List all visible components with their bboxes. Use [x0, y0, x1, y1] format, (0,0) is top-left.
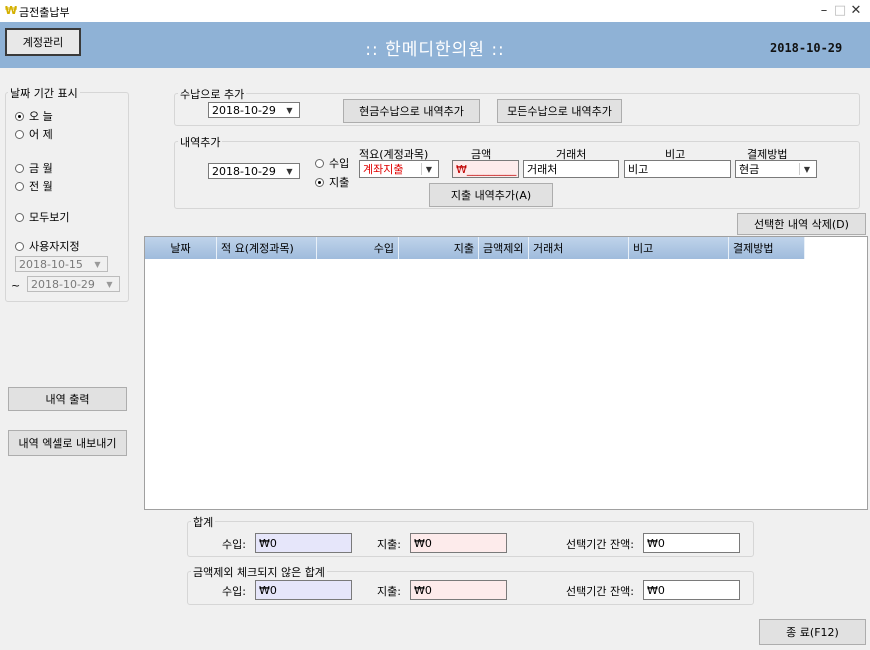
- header-date: 2018-10-29: [770, 41, 843, 55]
- custom-to-date[interactable]: 2018-10-29 ▼: [27, 276, 120, 292]
- period-option-yesterday[interactable]: 어 제: [15, 126, 53, 142]
- column-payment[interactable]: 결제방법: [729, 237, 805, 259]
- column-exclude[interactable]: 금액제외: [479, 237, 529, 259]
- period-group-label: 날짜 기간 표시: [8, 85, 80, 101]
- ledger-table[interactable]: 날짜 적 요(계정과목) 수입 지출 금액제외 거래처 비고 결제방법: [144, 236, 868, 510]
- period-option-all[interactable]: 모두보기: [15, 209, 69, 225]
- radio-icon: [15, 212, 24, 222]
- chevron-down-icon[interactable]: ▼: [282, 105, 297, 115]
- unchecked-expense-value: ₩0: [410, 580, 507, 600]
- window-title: 금전출납부: [19, 6, 70, 19]
- radio-icon: [15, 241, 24, 251]
- table-header: 날짜 적 요(계정과목) 수입 지출 금액제외 거래처 비고 결제방법: [145, 237, 805, 259]
- column-income[interactable]: 수입: [317, 237, 399, 259]
- account-select[interactable]: 계좌지출 ▼: [359, 160, 439, 178]
- app-header: :: 한메디한의원 :: 2018-10-29: [0, 22, 870, 68]
- unchecked-balance-value: ₩0: [643, 580, 740, 600]
- unchecked-balance-label: 선택기간 잔액:: [566, 585, 634, 598]
- title-bar: ₩ 금전출납부 – □ ✕: [0, 0, 870, 22]
- cash-receipt-add-button[interactable]: 현금수납으로 내역추가: [343, 99, 480, 123]
- radio-icon: [15, 163, 24, 173]
- column-account[interactable]: 적 요(계정과목): [217, 237, 317, 259]
- totals-unchecked-label: 금액제외 체크되지 않은 합계: [191, 564, 327, 580]
- totals-income-value: ₩0: [255, 533, 352, 553]
- totals-balance-value: ₩0: [643, 533, 740, 553]
- custom-from-date[interactable]: 2018-10-15 ▼: [15, 256, 108, 272]
- amount-input[interactable]: ₩_________: [452, 160, 519, 178]
- entry-type-expense[interactable]: 지출: [315, 174, 349, 190]
- print-button[interactable]: 내역 출력: [8, 387, 127, 411]
- clinic-title: :: 한메디한의원 ::: [365, 40, 505, 60]
- totals-income-label: 수입:: [222, 538, 246, 551]
- column-vendor[interactable]: 거래처: [529, 237, 629, 259]
- export-excel-button[interactable]: 내역 엑셀로 내보내기: [8, 430, 127, 456]
- totals-balance-label: 선택기간 잔액:: [566, 538, 634, 551]
- period-option-last-month[interactable]: 전 월: [15, 178, 53, 194]
- expense-add-button[interactable]: 지출 내역추가(A): [429, 183, 553, 207]
- chevron-down-icon[interactable]: ▼: [282, 166, 297, 176]
- entry-type-income[interactable]: 수입: [315, 155, 349, 171]
- vendor-input[interactable]: 거래처: [523, 160, 619, 178]
- receipt-date-picker[interactable]: 2018-10-29 ▼: [208, 102, 300, 118]
- period-option-today[interactable]: 오 늘: [15, 108, 53, 124]
- totals-expense-value: ₩0: [410, 533, 507, 553]
- radio-selected-icon: [15, 111, 24, 121]
- account-management-button[interactable]: 계정관리: [5, 28, 81, 56]
- entry-add-label: 내역추가: [178, 134, 223, 150]
- period-option-custom[interactable]: 사용자지정: [15, 238, 80, 254]
- note-input[interactable]: 비고: [624, 160, 731, 178]
- unchecked-expense-label: 지출:: [377, 585, 401, 598]
- period-option-this-month[interactable]: 금 월: [15, 160, 53, 176]
- chevron-down-icon[interactable]: ▼: [102, 279, 117, 289]
- radio-selected-icon: [315, 177, 324, 187]
- unchecked-income-value: ₩0: [255, 580, 352, 600]
- totals-label: 합계: [191, 514, 216, 530]
- chevron-down-icon[interactable]: ▼: [799, 163, 814, 175]
- entry-date-picker[interactable]: 2018-10-29 ▼: [208, 163, 300, 179]
- exit-button[interactable]: 종 료(F12): [759, 619, 866, 645]
- radio-icon: [15, 129, 24, 139]
- column-date[interactable]: 날짜: [145, 237, 217, 259]
- column-expense[interactable]: 지출: [399, 237, 479, 259]
- radio-icon: [315, 158, 324, 168]
- all-receipt-add-button[interactable]: 모든수납으로 내역추가: [497, 99, 622, 123]
- totals-expense-label: 지출:: [377, 538, 401, 551]
- app-icon: ₩: [5, 4, 18, 17]
- close-icon[interactable]: ✕: [846, 3, 866, 18]
- payment-method-select[interactable]: 현금 ▼: [735, 160, 817, 178]
- date-range-tilde: ~: [11, 279, 21, 292]
- receipt-add-label: 수납으로 추가: [178, 86, 247, 102]
- delete-selected-button[interactable]: 선택한 내역 삭제(D): [737, 213, 866, 235]
- unchecked-income-label: 수입:: [222, 585, 246, 598]
- chevron-down-icon[interactable]: ▼: [421, 163, 436, 175]
- column-note[interactable]: 비고: [629, 237, 729, 259]
- chevron-down-icon[interactable]: ▼: [90, 259, 105, 269]
- radio-icon: [15, 181, 24, 191]
